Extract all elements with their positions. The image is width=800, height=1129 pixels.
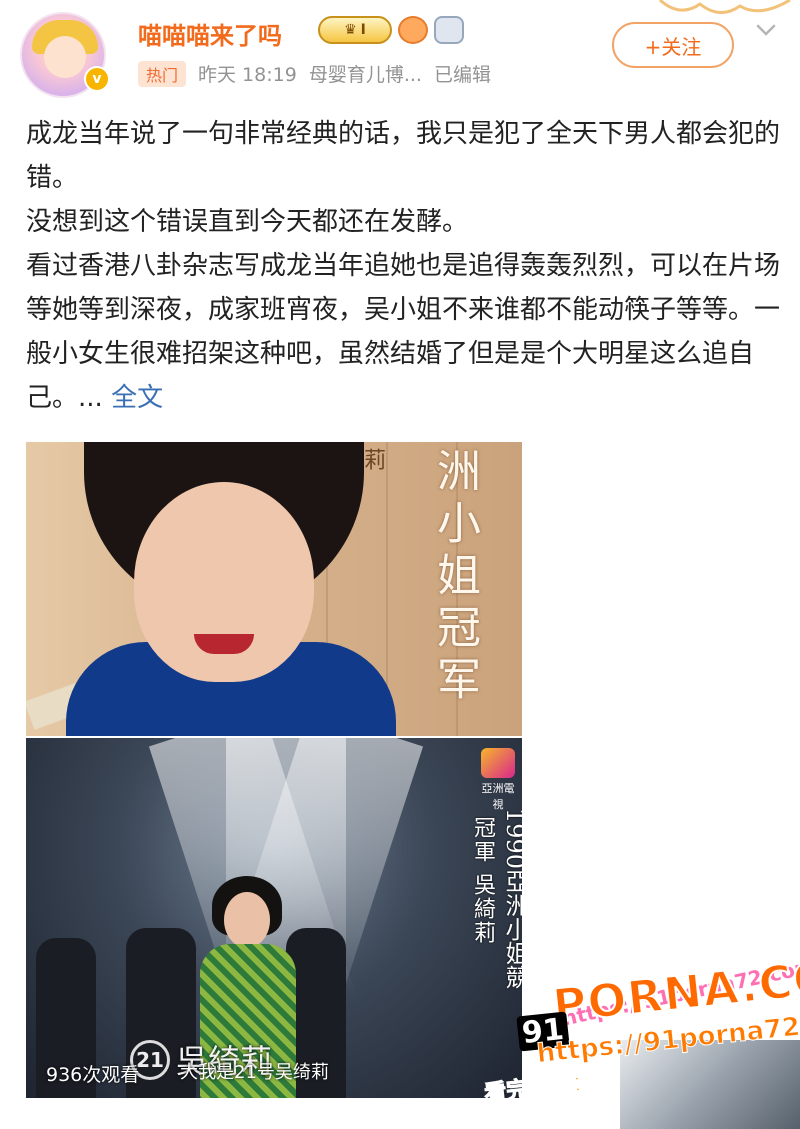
- edited-label[interactable]: 已编辑: [434, 60, 491, 87]
- follow-label: +关注: [644, 34, 702, 59]
- crown-icon[interactable]: ♛ I: [318, 16, 392, 44]
- post-header: v 喵喵喵来了吗 ♛ I 热门 昨天 18:19 母婴育儿博... 已编辑 +关…: [0, 0, 800, 100]
- user-badges: ♛ I: [318, 16, 464, 44]
- portrait-frame: 莉 洲小姐冠军: [26, 442, 522, 736]
- full-text-link[interactable]: 全文: [111, 383, 163, 413]
- chevron-down-icon[interactable]: [752, 16, 780, 44]
- fish-icon[interactable]: [398, 16, 428, 44]
- post-time: 昨天 18:19: [198, 64, 297, 86]
- crown-glyph: ♛: [344, 22, 357, 38]
- subtitle: 大我是21号吴绮莉: [180, 1062, 329, 1083]
- portrait-caption-small: 莉: [360, 448, 385, 470]
- post-line-2: 没想到这个错误直到今天都还在发酵。: [26, 207, 469, 237]
- stage-frame: 亞洲電視 冠軍 吳綺莉 1990亞洲小姐競 21 吳綺莉 大我是21号吴绮莉 9…: [26, 738, 522, 1098]
- stage-caption-sub: 冠軍 吳綺莉: [470, 816, 495, 945]
- portrait-caption: 洲小姐冠军: [429, 448, 480, 708]
- username[interactable]: 喵喵喵来了吗: [138, 16, 282, 51]
- cat-icon[interactable]: [434, 16, 464, 44]
- post-line-1: 成龙当年说了一句非常经典的话，我只是犯了全天下男人都会犯的错。: [26, 119, 781, 193]
- stage-caption-main: 1990亞洲小姐競: [501, 808, 522, 990]
- post-text: 成龙当年说了一句非常经典的话，我只是犯了全天下男人都会犯的错。 没想到这个错误直…: [26, 112, 786, 420]
- tv-logo-mark: [481, 748, 515, 778]
- post-meta: 热门 昨天 18:19 母婴育儿博... 已编辑: [138, 60, 491, 87]
- level-badge-label: I: [360, 22, 366, 38]
- video-player[interactable]: 莉 洲小姐冠军 亞洲電視 冠軍 吳綺莉 1990亞洲小姐競 21 吳綺莉 大我是…: [26, 442, 522, 1098]
- follow-button[interactable]: +关注: [612, 22, 734, 68]
- contestant-face: [224, 892, 270, 948]
- hot-tag[interactable]: 热门: [138, 60, 187, 87]
- view-count: 936次观看: [46, 1064, 140, 1086]
- tv-logo: 亞洲電視: [478, 748, 518, 811]
- post-line-3: 看过香港八卦杂志写成龙当年追她也是追得轰轰烈烈，可以在片场等她等到深夜，成家班宵…: [26, 244, 786, 420]
- avatar-face: [44, 36, 86, 78]
- verified-icon: v: [84, 66, 110, 92]
- post-source[interactable]: 母婴育儿博...: [309, 60, 422, 87]
